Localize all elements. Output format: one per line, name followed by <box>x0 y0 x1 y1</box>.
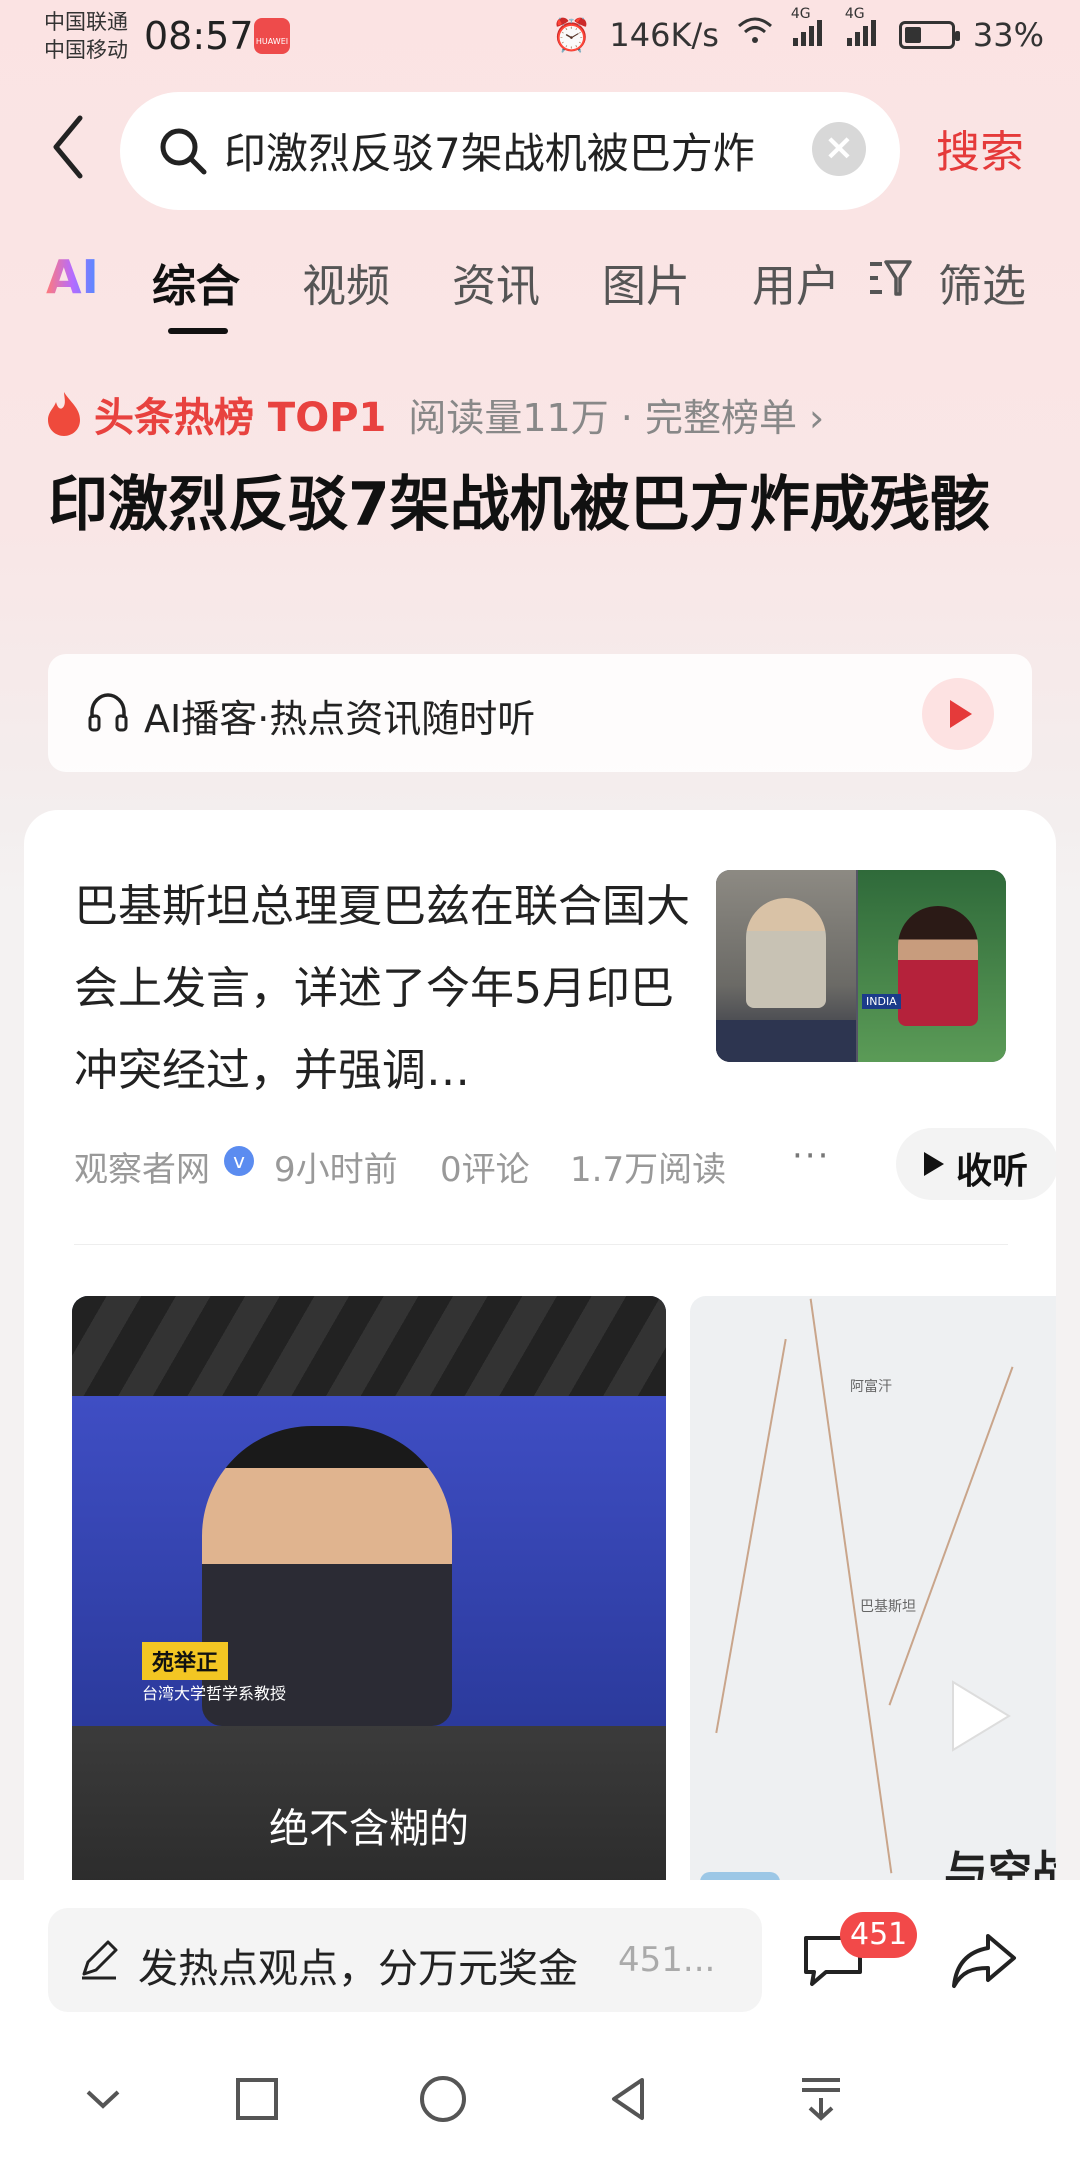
tab-comprehensive[interactable]: 综合 <box>152 250 240 314</box>
thumbnail-speaker-left <box>716 870 856 1062</box>
chevron-down-icon[interactable] <box>78 2074 128 2124</box>
results-card: 巴基斯坦总理夏巴兹在联合国大会上发言，详述了今年5月印巴冲突经过，并强调… IN… <box>24 810 1056 1920</box>
back-nav-icon[interactable] <box>604 2074 654 2124</box>
tab-news[interactable]: 资讯 <box>452 250 540 314</box>
article-thumbnail[interactable]: INDIA <box>716 870 1006 1062</box>
play-icon <box>924 1152 944 1176</box>
tab-video[interactable]: 视频 <box>302 250 390 314</box>
hot-rank-meta[interactable]: 阅读量11万 · 完整榜单 › <box>408 387 824 442</box>
search-query[interactable]: 印激烈反驳7架战机被巴方炸 <box>224 120 804 181</box>
clock: 08:57 <box>144 14 254 58</box>
home-icon[interactable] <box>418 2074 468 2124</box>
tab-ai[interactable]: AI <box>46 250 99 304</box>
tab-users[interactable]: 用户 <box>752 250 840 314</box>
wifi-icon <box>737 16 773 54</box>
tab-images[interactable]: 图片 <box>602 250 690 314</box>
search-icon <box>160 128 207 175</box>
play-icon <box>952 1680 1011 1752</box>
filter-icon[interactable] <box>868 258 912 298</box>
more-icon[interactable]: ··· <box>792 1136 830 1176</box>
article-summary[interactable]: 巴基斯坦总理夏巴兹在联合国大会上发言，详述了今年5月印巴冲突经过，并强调… <box>74 866 694 1112</box>
flame-icon <box>48 392 80 436</box>
huawei-app-icon: HUAWEI <box>254 18 290 54</box>
share-icon[interactable] <box>950 1930 1018 1990</box>
tab-filter[interactable]: 筛选 <box>938 250 1026 314</box>
search-input[interactable]: 印激烈反驳7架战机被巴方炸 × <box>120 92 900 210</box>
divider <box>74 1244 1008 1245</box>
back-button[interactable] <box>48 112 98 188</box>
thumb-country-label: INDIA <box>862 994 901 1009</box>
carrier-info: 中国联通 中国移动 <box>44 8 128 64</box>
active-tab-indicator <box>168 328 228 334</box>
podcast-label: AI播客·热点资讯随时听 <box>144 697 536 741</box>
listen-button[interactable]: 收听 <box>896 1128 1056 1200</box>
article-source[interactable]: 观察者网 <box>74 1142 210 1191</box>
article-meta: 观察者网 v 9小时前 0评论 1.7万阅读 ··· 收听 <box>74 1128 1056 1200</box>
article-reads: 1.7万阅读 <box>570 1150 727 1190</box>
map-country-label: 巴基斯坦 <box>860 1599 916 1615</box>
status-bar: 中国联通 中国移动 08:57 HUAWEI ⏰ 146K/s 4G 4G 33… <box>0 0 1080 80</box>
status-icons: ⏰ 146K/s 4G 4G 33% <box>551 6 1044 54</box>
recents-icon[interactable] <box>232 2074 282 2124</box>
verified-icon: v <box>224 1146 254 1176</box>
hot-rank-label: 头条热榜 TOP1 <box>94 395 387 441</box>
comment-count-badge: 451 <box>840 1912 918 1958</box>
bottom-action-bar: 发热点观点，分万元奖金 451... 451 <box>0 1880 1080 2020</box>
comment-prompt: 发热点观点，分万元奖金 <box>138 1946 578 1992</box>
speaker-title-tag: 台湾大学哲学系教授 <box>142 1684 287 1703</box>
net-speed: 146K/s <box>609 16 719 54</box>
speaker-name-tag: 苑举正 <box>142 1642 229 1680</box>
battery-percent: 33% <box>972 16 1044 54</box>
pen-icon <box>82 1940 118 1980</box>
video-caption: 绝不含糊的 <box>269 1806 469 1852</box>
article-time: 9小时前 <box>274 1150 398 1190</box>
hot-rank-row[interactable]: 头条热榜 TOP1 阅读量11万 · 完整榜单 › <box>44 386 824 442</box>
system-nav-bar <box>0 2020 1080 2160</box>
article-comments: 0评论 <box>440 1150 530 1190</box>
carrier-1: 中国联通 <box>44 10 128 34</box>
signal-icon-a: 4G <box>791 6 827 52</box>
category-tabs: AI 综合 视频 资讯 图片 用户 筛选 <box>44 250 1044 340</box>
carrier-2: 中国移动 <box>44 38 128 62</box>
play-button[interactable] <box>922 678 994 750</box>
battery-icon <box>898 21 960 49</box>
ai-podcast-bar[interactable]: AI播客·热点资讯随时听 <box>48 654 1032 772</box>
alarm-icon: ⏰ <box>551 16 592 54</box>
signal-icon-b: 4G <box>845 6 881 52</box>
search-submit-button[interactable]: 搜索 <box>936 116 1024 180</box>
video-thumbnail-map[interactable]: 阿富汗 巴基斯坦 与空战 <box>690 1296 1056 1896</box>
page-title: 印激烈反驳7架战机被巴方炸成残骸 <box>48 470 990 540</box>
listen-label: 收听 <box>956 1151 1029 1192</box>
thumbnail-speaker-right: INDIA <box>858 870 1006 1062</box>
headphones-icon <box>88 693 128 732</box>
map-city-label: 阿富汗 <box>850 1379 892 1395</box>
notification-pull-icon[interactable] <box>796 2074 846 2124</box>
video-thumbnail[interactable]: 苑举正 台湾大学哲学系教授 绝不含糊的 <box>72 1296 666 1896</box>
comment-count-preview: 451... <box>618 1940 716 1980</box>
clear-icon[interactable]: × <box>812 122 866 176</box>
comment-input[interactable]: 发热点观点，分万元奖金 451... <box>48 1908 762 2012</box>
